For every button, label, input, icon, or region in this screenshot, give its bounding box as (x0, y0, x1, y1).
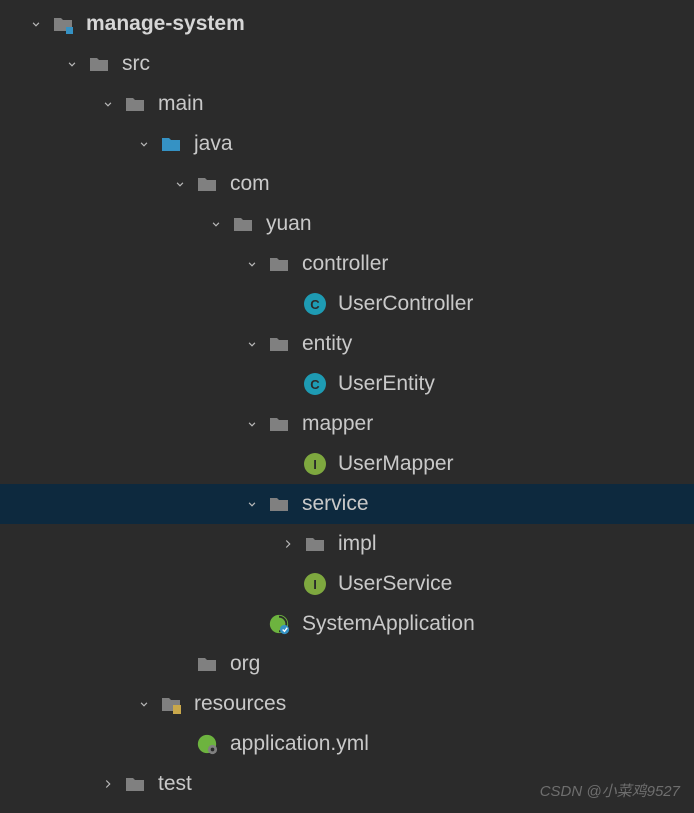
resources-folder-icon (158, 691, 184, 717)
interface-icon: I (302, 451, 328, 477)
tree-row-resources[interactable]: resources (0, 684, 694, 724)
package-icon (230, 211, 256, 237)
tree-label: org (230, 652, 260, 676)
tree-label: controller (302, 252, 388, 276)
tree-row-appyml[interactable]: application.yml (0, 724, 694, 764)
tree-label: manage-system (86, 12, 245, 36)
tree-row-service[interactable]: service (0, 484, 694, 524)
tree-label: src (122, 52, 150, 76)
tree-label: resources (194, 692, 286, 716)
module-folder-icon (50, 11, 76, 37)
tree-label: com (230, 172, 270, 196)
chevron-down-icon[interactable] (240, 492, 264, 516)
chevron-right-icon[interactable] (276, 532, 300, 556)
folder-icon (122, 91, 148, 117)
tree-row-org[interactable]: org (0, 644, 694, 684)
chevron-down-icon[interactable] (204, 212, 228, 236)
chevron-down-icon[interactable] (132, 692, 156, 716)
chevron-down-icon[interactable] (168, 172, 192, 196)
tree-label: mapper (302, 412, 373, 436)
tree-row-userservice[interactable]: I UserService (0, 564, 694, 604)
tree-label: entity (302, 332, 352, 356)
tree-row-entity[interactable]: entity (0, 324, 694, 364)
tree-row-systemapplication[interactable]: SystemApplication (0, 604, 694, 644)
chevron-down-icon[interactable] (240, 252, 264, 276)
tree-row-usercontroller[interactable]: C UserController (0, 284, 694, 324)
chevron-down-icon[interactable] (96, 92, 120, 116)
tree-row-yuan[interactable]: yuan (0, 204, 694, 244)
package-icon (302, 531, 328, 557)
tree-label: application.yml (230, 732, 369, 756)
tree-row-userentity[interactable]: C UserEntity (0, 364, 694, 404)
tree-label: UserMapper (338, 452, 454, 476)
tree-row-java[interactable]: java (0, 124, 694, 164)
package-icon (266, 411, 292, 437)
chevron-down-icon[interactable] (240, 412, 264, 436)
project-tree: manage-system src main java (0, 0, 694, 804)
tree-row-controller[interactable]: controller (0, 244, 694, 284)
source-folder-icon (158, 131, 184, 157)
tree-label: java (194, 132, 233, 156)
package-icon (266, 491, 292, 517)
folder-icon (86, 51, 112, 77)
chevron-down-icon[interactable] (24, 12, 48, 36)
folder-icon (122, 771, 148, 797)
tree-row-usermapper[interactable]: I UserMapper (0, 444, 694, 484)
tree-label: test (158, 772, 192, 796)
watermark-text: CSDN @小菜鸡9527 (540, 780, 680, 801)
tree-label: yuan (266, 212, 312, 236)
package-icon (266, 331, 292, 357)
spring-config-icon (194, 731, 220, 757)
class-icon: C (302, 291, 328, 317)
package-icon (194, 171, 220, 197)
chevron-down-icon[interactable] (240, 332, 264, 356)
tree-row-root[interactable]: manage-system (0, 4, 694, 44)
chevron-down-icon[interactable] (132, 132, 156, 156)
tree-label: main (158, 92, 204, 116)
interface-icon: I (302, 571, 328, 597)
tree-row-com[interactable]: com (0, 164, 694, 204)
tree-label: UserController (338, 292, 473, 316)
tree-row-impl[interactable]: impl (0, 524, 694, 564)
tree-row-mapper[interactable]: mapper (0, 404, 694, 444)
package-icon (194, 651, 220, 677)
tree-label: service (302, 492, 369, 516)
tree-row-main[interactable]: main (0, 84, 694, 124)
spring-boot-icon (266, 611, 292, 637)
tree-label: UserEntity (338, 372, 435, 396)
tree-label: impl (338, 532, 377, 556)
package-icon (266, 251, 292, 277)
tree-row-src[interactable]: src (0, 44, 694, 84)
tree-label: UserService (338, 572, 452, 596)
class-icon: C (302, 371, 328, 397)
chevron-down-icon[interactable] (60, 52, 84, 76)
chevron-right-icon[interactable] (96, 772, 120, 796)
tree-label: SystemApplication (302, 612, 475, 636)
